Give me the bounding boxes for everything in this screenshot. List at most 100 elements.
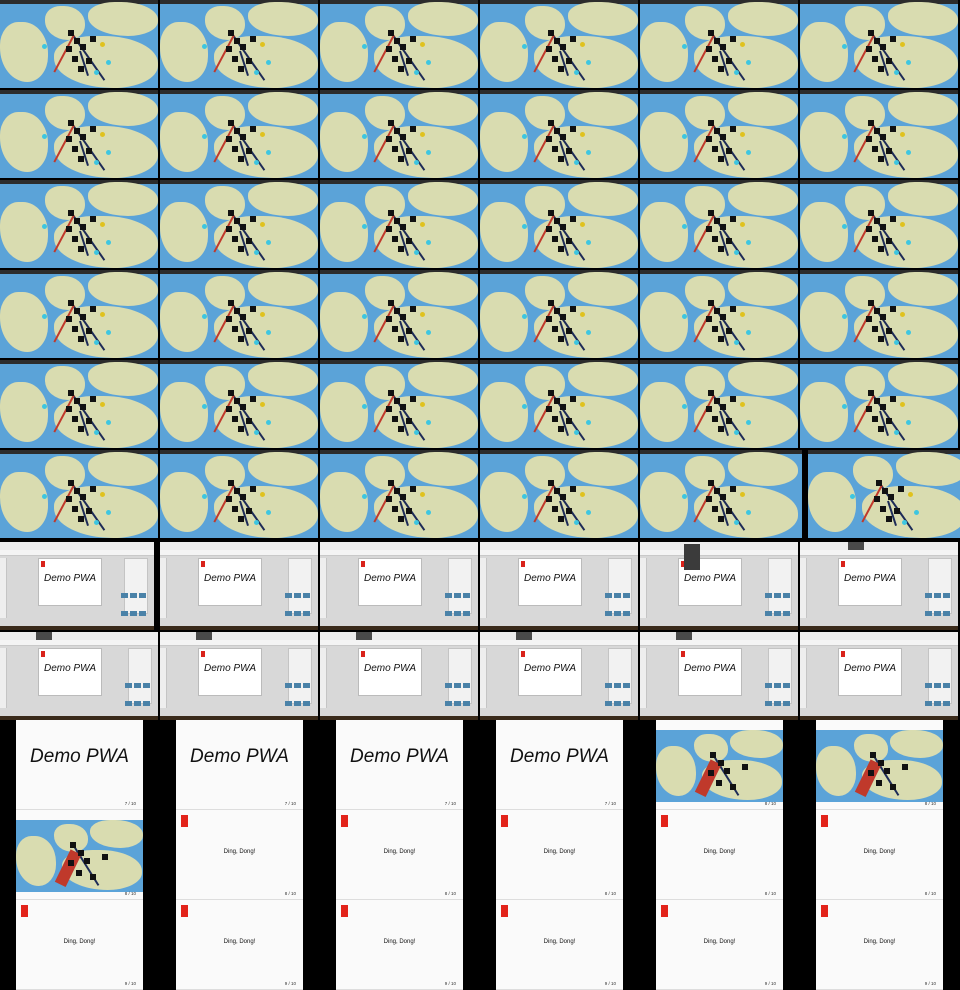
map-marker-icon[interactable]	[42, 134, 47, 139]
map-marker-icon[interactable]	[100, 132, 105, 137]
slide-canvas[interactable]: Demo PWA	[198, 648, 262, 696]
map-marker-icon[interactable]	[586, 510, 591, 515]
map-marker-icon[interactable]	[392, 326, 398, 332]
tile-icon[interactable]	[943, 593, 950, 598]
map-marker-icon[interactable]	[914, 510, 919, 515]
map-marker-icon[interactable]	[228, 300, 234, 306]
map-marker-icon[interactable]	[720, 44, 726, 50]
map-marker-icon[interactable]	[558, 156, 564, 162]
map-marker-icon[interactable]	[734, 430, 739, 435]
map-marker-icon[interactable]	[730, 396, 736, 402]
tile-icon[interactable]	[130, 611, 137, 616]
tile-icon[interactable]	[294, 683, 301, 688]
map-marker-icon[interactable]	[908, 492, 913, 497]
map-marker-icon[interactable]	[842, 224, 847, 229]
map-marker-icon[interactable]	[708, 480, 714, 486]
tile-icon[interactable]	[463, 683, 470, 688]
slide-sidebar[interactable]	[320, 648, 327, 708]
map-marker-icon[interactable]	[80, 494, 86, 500]
tile-icon[interactable]	[774, 701, 781, 706]
map-marker-icon[interactable]	[718, 516, 724, 522]
map-marker-icon[interactable]	[740, 402, 745, 407]
map-marker-icon[interactable]	[548, 120, 554, 126]
map-marker-icon[interactable]	[102, 854, 108, 860]
tile-icon[interactable]	[130, 593, 137, 598]
tile-icon[interactable]	[303, 701, 310, 706]
map-marker-icon[interactable]	[420, 492, 425, 497]
map-marker-icon[interactable]	[906, 240, 911, 245]
map-marker-icon[interactable]	[66, 46, 72, 52]
tile-icon[interactable]	[139, 593, 146, 598]
tile-icon[interactable]	[143, 701, 150, 706]
map-marker-icon[interactable]	[106, 330, 111, 335]
map-marker-icon[interactable]	[106, 420, 111, 425]
map-marker-icon[interactable]	[406, 418, 412, 424]
map-marker-icon[interactable]	[238, 336, 244, 342]
slide-preview[interactable]: Demo PWA 7 / 10	[336, 720, 463, 810]
map-marker-icon[interactable]	[240, 224, 246, 230]
map-marker-icon[interactable]	[260, 312, 265, 317]
map-marker-icon[interactable]	[708, 770, 714, 776]
tile-icon[interactable]	[943, 701, 950, 706]
map-marker-icon[interactable]	[80, 44, 86, 50]
tile-icon[interactable]	[934, 701, 941, 706]
map-marker-icon[interactable]	[386, 496, 392, 502]
map-marker-icon[interactable]	[868, 30, 874, 36]
map-marker-icon[interactable]	[560, 404, 566, 410]
map-marker-icon[interactable]	[890, 396, 896, 402]
map-marker-icon[interactable]	[560, 44, 566, 50]
editor-ribbon[interactable]	[0, 550, 154, 556]
map-marker-icon[interactable]	[888, 494, 894, 500]
map-marker-icon[interactable]	[890, 216, 896, 222]
map-marker-icon[interactable]	[72, 236, 78, 242]
tile-icon[interactable]	[445, 611, 452, 616]
tile-icon[interactable]	[445, 593, 452, 598]
map-marker-icon[interactable]	[746, 330, 751, 335]
map-marker-icon[interactable]	[708, 390, 714, 396]
map-marker-icon[interactable]	[746, 510, 751, 515]
map-marker-icon[interactable]	[894, 250, 899, 255]
map-marker-icon[interactable]	[266, 60, 271, 65]
map-marker-icon[interactable]	[734, 340, 739, 345]
map-marker-icon[interactable]	[72, 146, 78, 152]
map-marker-icon[interactable]	[726, 148, 732, 154]
tile-icon[interactable]	[463, 701, 470, 706]
map-marker-icon[interactable]	[78, 426, 84, 432]
slide-sidebar[interactable]	[800, 648, 807, 708]
tile-icon[interactable]	[614, 701, 621, 706]
map-marker-icon[interactable]	[84, 858, 90, 864]
map-marker-icon[interactable]	[106, 60, 111, 65]
map-marker-icon[interactable]	[362, 314, 367, 319]
map-marker-icon[interactable]	[558, 66, 564, 72]
map-marker-icon[interactable]	[586, 240, 591, 245]
map-marker-icon[interactable]	[94, 70, 99, 75]
taskbar[interactable]	[320, 626, 478, 630]
map-marker-icon[interactable]	[868, 770, 874, 776]
map-marker-icon[interactable]	[682, 224, 687, 229]
map-marker-icon[interactable]	[872, 146, 878, 152]
map-marker-icon[interactable]	[842, 314, 847, 319]
map-marker-icon[interactable]	[238, 66, 244, 72]
map-marker-icon[interactable]	[682, 314, 687, 319]
map-marker-icon[interactable]	[260, 492, 265, 497]
taskbar[interactable]	[480, 626, 638, 630]
slide-canvas[interactable]: Demo PWA	[198, 558, 262, 606]
map-marker-icon[interactable]	[548, 390, 554, 396]
map-marker-icon[interactable]	[712, 506, 718, 512]
map-marker-icon[interactable]	[388, 210, 394, 216]
map-marker-icon[interactable]	[878, 336, 884, 342]
map-marker-icon[interactable]	[558, 426, 564, 432]
tile-icon[interactable]	[125, 701, 132, 706]
map-marker-icon[interactable]	[740, 312, 745, 317]
map-marker-icon[interactable]	[388, 300, 394, 306]
tile-icon[interactable]	[605, 611, 612, 616]
context-menu[interactable]	[676, 632, 692, 640]
map-marker-icon[interactable]	[886, 238, 892, 244]
map-marker-icon[interactable]	[730, 784, 736, 790]
map-marker-icon[interactable]	[570, 486, 576, 492]
map-marker-icon[interactable]	[246, 148, 252, 154]
map-marker-icon[interactable]	[548, 480, 554, 486]
map-marker-icon[interactable]	[246, 238, 252, 244]
map-marker-icon[interactable]	[232, 326, 238, 332]
map-marker-icon[interactable]	[906, 420, 911, 425]
